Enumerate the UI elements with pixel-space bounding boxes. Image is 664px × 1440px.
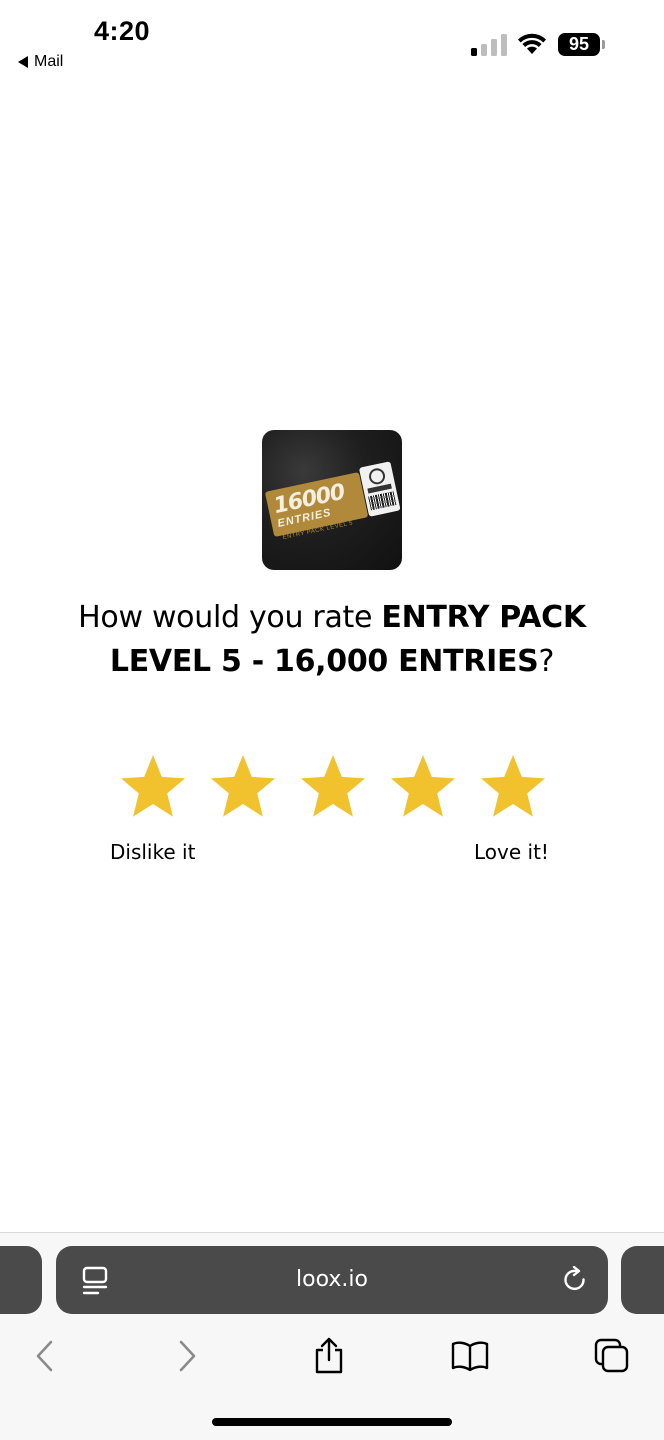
status-bar: 4:20 Mail 95 <box>0 0 664 80</box>
browser-toolbar <box>0 1326 664 1386</box>
book-icon <box>451 1341 489 1372</box>
url-text: loox.io <box>296 1267 368 1292</box>
star-1-icon[interactable] <box>118 752 188 822</box>
battery-nub <box>602 40 605 49</box>
bookmarks-button[interactable] <box>448 1334 492 1378</box>
ticket-logo-icon <box>367 466 387 486</box>
ticket-graphic: 16000 ENTRIES ENTRY PACK LEVEL 5 <box>264 459 402 541</box>
star-3-icon[interactable] <box>298 752 368 822</box>
rating-label-low: Dislike it <box>110 840 196 864</box>
question-prefix: How would you rate <box>78 600 382 635</box>
cellular-signal-icon <box>471 34 507 56</box>
reader-icon[interactable] <box>82 1266 108 1296</box>
rating-label-high: Love it! <box>474 840 549 864</box>
star-2-icon[interactable] <box>208 752 278 822</box>
tabs-button[interactable] <box>590 1334 634 1378</box>
reload-icon[interactable] <box>562 1266 588 1294</box>
product-image: 16000 ENTRIES ENTRY PACK LEVEL 5 <box>262 430 402 570</box>
barcode-icon <box>368 491 397 511</box>
home-indicator <box>212 1418 452 1426</box>
back-triangle-icon <box>18 56 28 68</box>
status-time: 4:20 <box>94 16 151 46</box>
share-icon <box>315 1337 343 1374</box>
back-button[interactable] <box>22 1334 66 1378</box>
back-to-mail-link[interactable]: Mail <box>18 53 63 71</box>
rating-question: How would you rate ENTRY PACK LEVEL 5 - … <box>24 596 640 684</box>
address-bar[interactable]: loox.io <box>56 1246 608 1314</box>
question-suffix: ? <box>538 644 555 679</box>
share-button[interactable] <box>307 1334 351 1378</box>
next-tab-preview[interactable] <box>621 1246 664 1314</box>
chevron-left-icon <box>36 1340 53 1372</box>
back-app-label: Mail <box>34 53 64 70</box>
battery-indicator: 95 <box>558 33 600 56</box>
tabs-icon <box>594 1338 629 1373</box>
star-4-icon[interactable] <box>388 752 458 822</box>
forward-button[interactable] <box>166 1334 210 1378</box>
star-rating <box>118 752 548 822</box>
previous-tab-preview[interactable] <box>0 1246 42 1314</box>
chevron-right-icon <box>179 1340 196 1372</box>
wifi-icon <box>518 33 546 54</box>
star-5-icon[interactable] <box>478 752 548 822</box>
